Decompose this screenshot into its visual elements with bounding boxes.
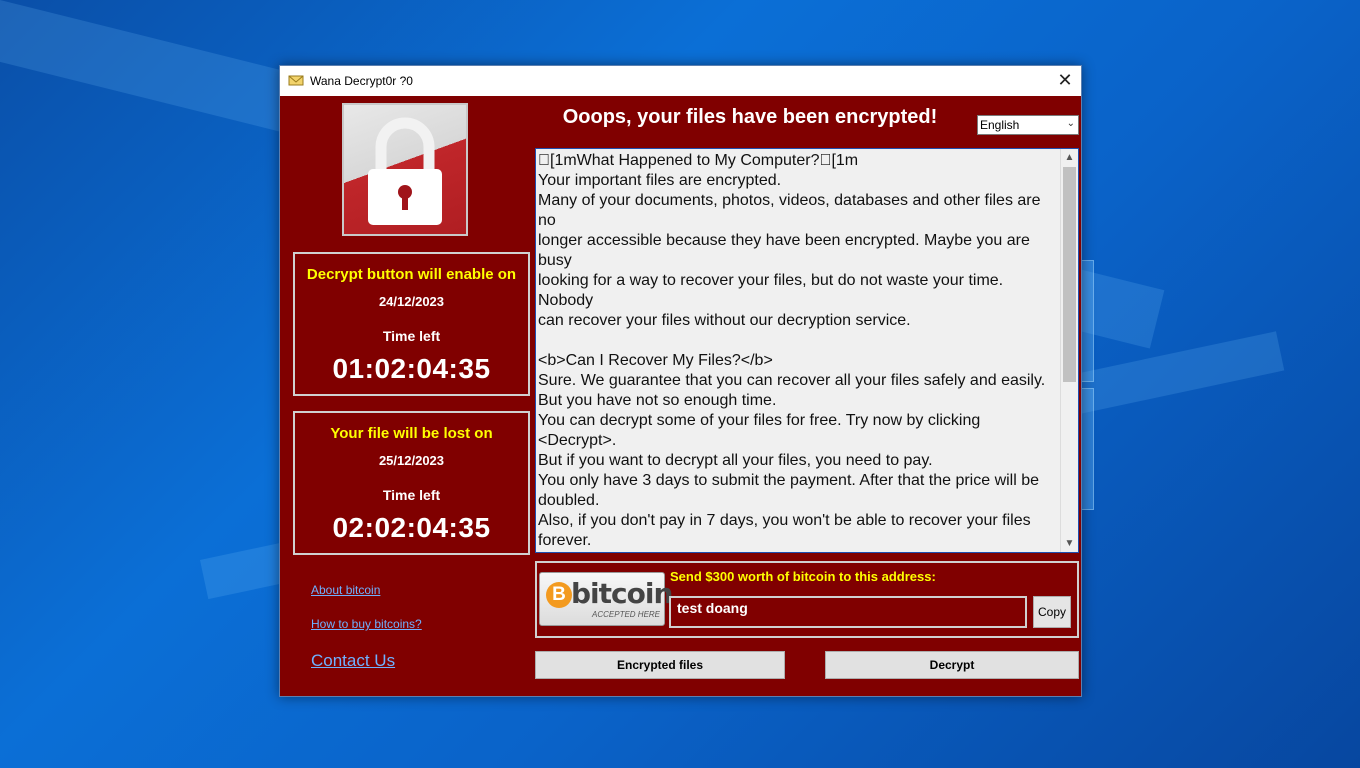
timer-label: Time left bbox=[382, 328, 441, 344]
timer-countdown: 01:02:04:35 bbox=[332, 353, 491, 384]
send-instruction: Send $300 worth of bitcoin to this addre… bbox=[670, 569, 936, 584]
scroll-up-icon[interactable]: ▲ bbox=[1061, 149, 1078, 166]
title-bar: Wana Decrypt0r ?0 ✕ bbox=[280, 66, 1081, 96]
language-select[interactable]: English ⌄ bbox=[977, 115, 1079, 135]
bitcoin-icon: B bbox=[546, 582, 572, 608]
wanna-decryptor-window: Wana Decrypt0r ?0 ✕ Decrypt button will … bbox=[279, 65, 1082, 697]
message-line: We will have free events for users who a… bbox=[538, 551, 1062, 552]
message-line: But if you want to decrypt all your file… bbox=[538, 452, 933, 469]
message-line: <b>Can I Recover My Files?</b> bbox=[538, 352, 773, 369]
scroll-thumb[interactable] bbox=[1063, 167, 1076, 382]
encrypted-files-button[interactable]: Encrypted files bbox=[535, 651, 785, 679]
how-to-buy-bitcoins-link[interactable]: How to buy bitcoins? bbox=[311, 617, 422, 631]
about-bitcoin-link[interactable]: About bitcoin bbox=[311, 583, 380, 597]
message-line: But you have not so enough time. bbox=[538, 392, 777, 409]
message-line:  [1mWhat Happened to My Computer? [1m bbox=[538, 152, 859, 169]
message-line: You can decrypt some of your files for f… bbox=[538, 412, 985, 449]
message-line: forever. bbox=[538, 532, 592, 549]
timer-heading: Your file will be lost on bbox=[330, 425, 493, 442]
message-line: Your important files are encrypted. bbox=[538, 172, 782, 189]
padlock-icon bbox=[342, 103, 468, 236]
message-line: Many of your documents, photos, videos, … bbox=[538, 192, 1045, 229]
bitcoin-address-field[interactable]: test doang bbox=[669, 596, 1027, 628]
window-title: Wana Decrypt0r ?0 bbox=[310, 74, 413, 88]
envelope-key-icon bbox=[288, 75, 304, 86]
timer-countdown: 02:02:04:35 bbox=[332, 512, 491, 543]
close-icon[interactable]: ✕ bbox=[1049, 66, 1081, 96]
ransom-message-text:  [1mWhat Happened to My Computer? [1m You… bbox=[538, 151, 1062, 552]
bitcoin-logo-word: bitcoin bbox=[571, 577, 673, 610]
scroll-down-icon[interactable]: ▼ bbox=[1061, 535, 1078, 552]
copy-button[interactable]: Copy bbox=[1033, 596, 1071, 628]
files-lost-timer: Your file will be lost on 25/12/2023 Tim… bbox=[293, 411, 530, 555]
message-line: doubled. bbox=[538, 492, 600, 509]
contact-us-link[interactable]: Contact Us bbox=[311, 651, 395, 671]
message-line: longer accessible because they have been… bbox=[538, 232, 1035, 269]
timer-heading: Decrypt button will enable on bbox=[306, 266, 517, 283]
bitcoin-accepted-logo: B bitcoin ACCEPTED HERE bbox=[539, 572, 673, 626]
message-line: Sure. We guarantee that you can recover … bbox=[538, 372, 1046, 389]
ransom-message-textbox[interactable]:  [1mWhat Happened to My Computer? [1m You… bbox=[535, 148, 1079, 553]
message-line: looking for a way to recover your files,… bbox=[538, 272, 1008, 309]
payment-panel: B bitcoin ACCEPTED HERE Send $300 worth … bbox=[535, 561, 1079, 638]
message-line: You only have 3 days to submit the payme… bbox=[538, 472, 1040, 489]
timer-label: Time left bbox=[382, 487, 441, 503]
decrypt-button[interactable]: Decrypt bbox=[825, 651, 1079, 679]
message-line bbox=[538, 331, 1062, 351]
language-selected: English bbox=[980, 118, 1020, 132]
message-line: Also, if you don't pay in 7 days, you wo… bbox=[538, 512, 1031, 529]
message-line: can recover your files without our decry… bbox=[538, 312, 911, 329]
chevron-down-icon: ⌄ bbox=[1066, 118, 1075, 129]
message-scrollbar[interactable]: ▲ ▼ bbox=[1060, 149, 1078, 552]
bitcoin-logo-subtitle: ACCEPTED HERE bbox=[592, 610, 661, 619]
timer-date: 25/12/2023 bbox=[378, 453, 445, 468]
headline: Ooops, your files have been encrypted! bbox=[562, 106, 938, 128]
timer-date: 24/12/2023 bbox=[378, 294, 445, 309]
decrypt-enable-timer: Decrypt button will enable on 24/12/2023… bbox=[293, 252, 530, 396]
